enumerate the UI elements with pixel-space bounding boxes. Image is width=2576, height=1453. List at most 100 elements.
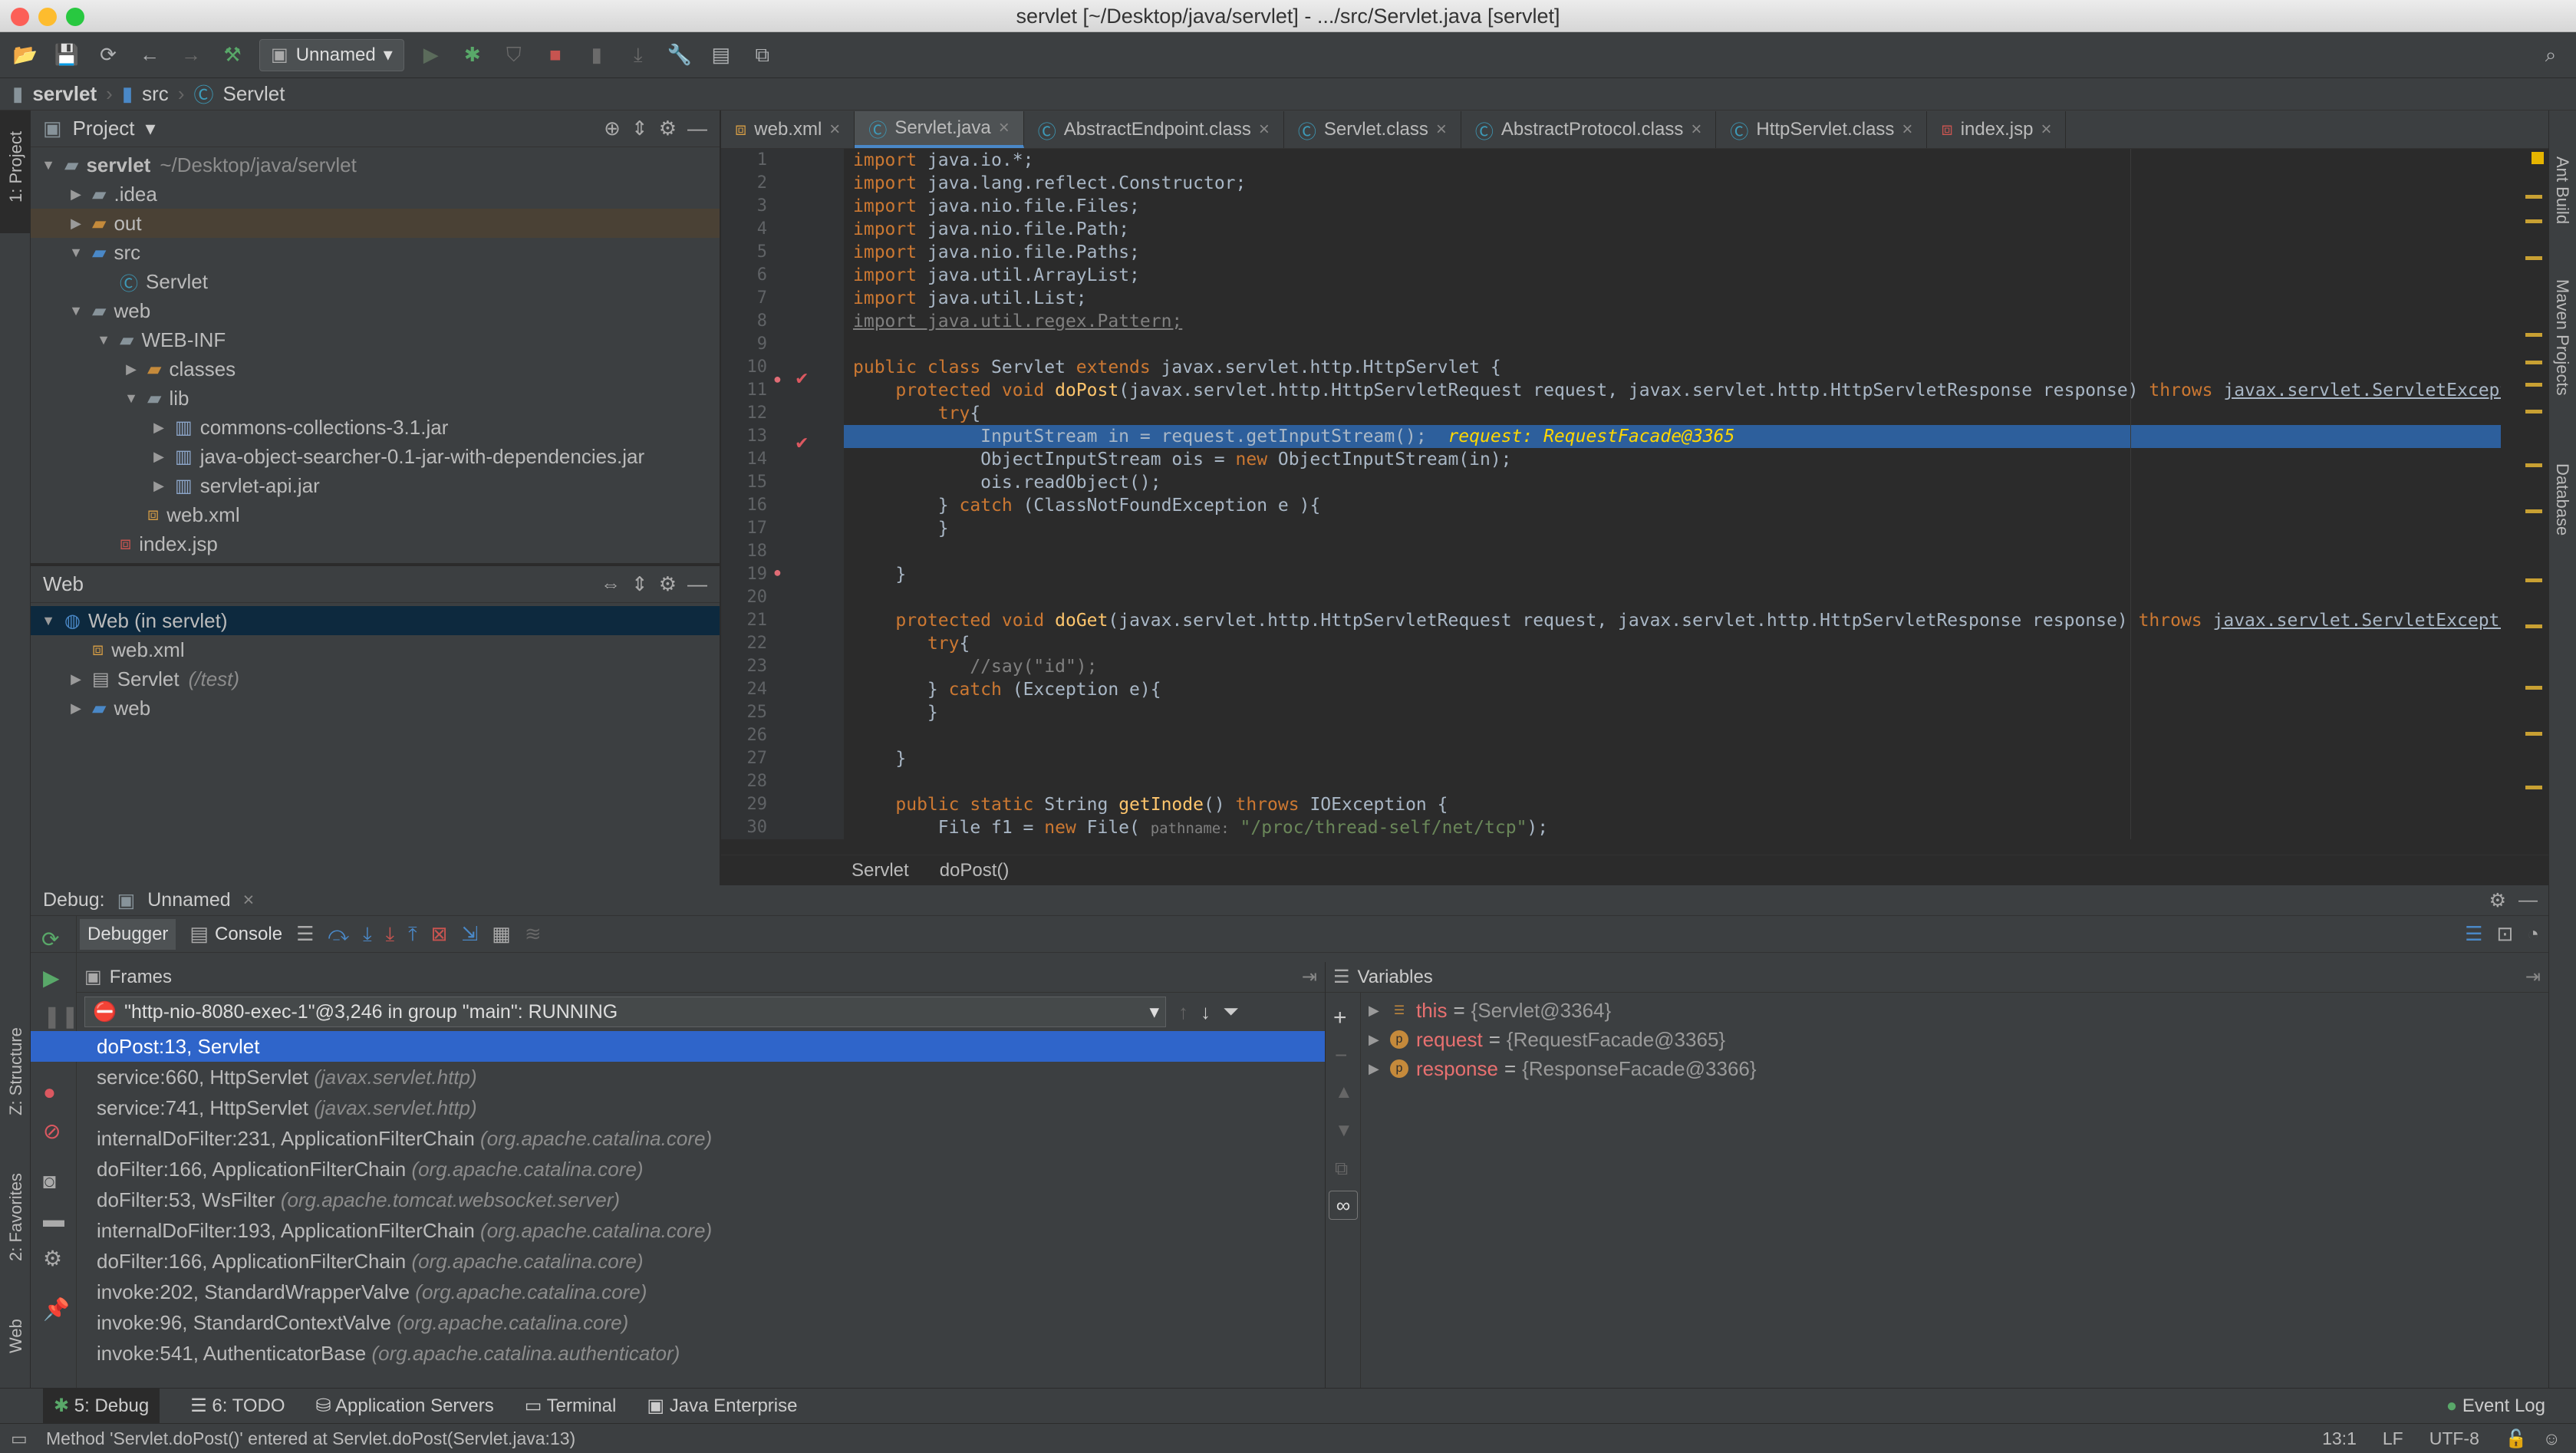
editor-gutter[interactable]: 1 2 3 4 5 6 7 8 9 10 11 12 13 14 15 16 17 18 19 20 21 22 23 24 2… [721, 149, 844, 839]
crumb-class[interactable]: Servlet [852, 860, 909, 881]
open-icon[interactable]: 📂 [11, 41, 40, 70]
layout-icon[interactable]: ☰ [2465, 922, 2482, 946]
breadcrumb-project[interactable]: servlet [32, 82, 97, 106]
close-icon[interactable]: × [999, 117, 1010, 139]
expanded-arrow-icon[interactable]: ▼ [40, 613, 57, 629]
collapsed-arrow-icon[interactable]: ▶ [1369, 1061, 1390, 1077]
console-tab[interactable]: Console [215, 924, 282, 945]
tree-node[interactable]: ▶ ▥ servlet-api.jar [31, 471, 720, 500]
collapsed-arrow-icon[interactable]: ▶ [150, 478, 167, 494]
chevron-down-icon[interactable]: ▾ [146, 117, 156, 140]
stack-frame[interactable]: doFilter:53, WsFilter (org.apache.tomcat… [31, 1184, 1325, 1215]
force-step-into-icon[interactable]: ⤓ [386, 922, 395, 947]
stack-frame[interactable]: doFilter:166, ApplicationFilterChain (or… [31, 1246, 1325, 1277]
expand-icon[interactable]: ⇔ [601, 572, 621, 596]
debug-bug-icon[interactable]: ✱ [458, 41, 487, 70]
sync-icon[interactable]: ⟳ [94, 41, 123, 70]
variable-row[interactable]: ▶ p response = {ResponseFacade@3366} [1369, 1054, 1757, 1083]
breadcrumb-class[interactable]: Servlet [223, 82, 285, 106]
inspector-icon[interactable]: ☺ [2543, 1428, 2561, 1449]
gear-icon[interactable]: ⚙ [659, 117, 677, 140]
tree-node[interactable]: ▼ ◍ Web (in servlet) [31, 606, 720, 635]
line-separator[interactable]: LF [2383, 1428, 2403, 1449]
pause-icon[interactable]: ❚❚ [43, 1003, 79, 1029]
tool-tab-maven[interactable]: Maven Projects [2552, 279, 2572, 396]
tree-node[interactable]: ▶ ▰ out [31, 209, 720, 238]
tree-node[interactable]: ▶ ▰ .idea [31, 180, 720, 209]
editor-tab[interactable]: ⧈ index.jsp × [1927, 111, 2067, 148]
expanded-arrow-icon[interactable]: ▼ [40, 157, 57, 173]
build-icon[interactable]: ⚒ [218, 41, 247, 70]
sdk-icon[interactable]: ⧉ [748, 41, 777, 70]
tree-node[interactable]: ▼ ▰ src [31, 238, 720, 267]
pin-panel-icon[interactable]: ⇥ [2525, 966, 2541, 988]
resume-icon[interactable]: ▶ [43, 965, 60, 990]
tree-node[interactable]: Ⓒ Servlet [31, 267, 720, 296]
gear-icon[interactable]: ⚙ [659, 572, 677, 596]
save-icon[interactable]: 💾 [52, 41, 81, 70]
hide-icon[interactable]: — [2518, 889, 2538, 911]
step-into-icon[interactable]: ⤓ [363, 922, 372, 947]
tree-node[interactable]: ▼ ▰ WEB-INF [31, 325, 720, 354]
minimize-window-button[interactable] [38, 8, 57, 26]
close-icon[interactable]: × [1436, 119, 1447, 140]
tool-tab-ant-build[interactable]: Ant Build [2552, 157, 2572, 224]
breakpoint-icon[interactable]: ✔ [795, 433, 809, 453]
run-config-select[interactable]: ▣ Unnamed ▾ [259, 38, 404, 71]
debug-session-tab[interactable]: Unnamed [147, 889, 230, 911]
tool-tab-favorites[interactable]: 2: Favorites [6, 1173, 26, 1261]
close-icon[interactable]: × [1691, 119, 1701, 140]
expanded-arrow-icon[interactable]: ▼ [68, 303, 84, 319]
tool-tab-terminal[interactable]: ▭ Terminal [525, 1395, 617, 1417]
locate-icon[interactable]: ⊕ [604, 117, 621, 140]
download-icon[interactable]: ⤓ [624, 41, 653, 70]
restore-layout-icon[interactable]: ⊡ [2496, 922, 2513, 946]
tree-node[interactable]: ▶ ▤ Servlet (/test) [31, 664, 720, 694]
duplicate-icon[interactable]: ⧉ [1335, 1158, 1348, 1180]
stack-frame[interactable]: service:741, HttpServlet (javax.servlet.… [31, 1092, 1325, 1123]
zoom-window-button[interactable] [66, 8, 84, 26]
stack-frame[interactable]: doPost:13, Servlet [31, 1031, 1325, 1062]
close-icon[interactable]: × [243, 889, 255, 911]
collapsed-arrow-icon[interactable]: ▶ [1369, 1003, 1390, 1019]
thread-select[interactable]: ⛔ "http-nio-8080-exec-1"@3,246 in group … [84, 997, 1166, 1027]
event-log-button[interactable]: ● Event Log [2446, 1395, 2545, 1417]
hide-icon[interactable]: — [687, 572, 707, 596]
layout-toggle-icon[interactable]: ▭ [11, 1428, 28, 1449]
collapsed-arrow-icon[interactable]: ▶ [150, 449, 167, 465]
memory-icon[interactable]: ◔ [2527, 922, 2539, 946]
editor-tab[interactable]: ⧈ web.xml × [721, 111, 855, 148]
tool-tab-project[interactable]: 1: Project [6, 131, 26, 203]
menu-icon[interactable]: ☰ [296, 922, 314, 946]
infinity-icon[interactable]: ∞ [1329, 1191, 1358, 1220]
close-icon[interactable]: × [2041, 119, 2051, 140]
coverage-icon[interactable]: ⛉ [499, 41, 529, 70]
stack-frame[interactable]: invoke:541, AuthenticatorBase (org.apach… [31, 1338, 1325, 1369]
run-icon[interactable]: ▶ [417, 41, 446, 70]
stop-icon[interactable]: ■ [541, 41, 570, 70]
collapse-icon[interactable]: ⇕ [631, 572, 648, 596]
editor-tab[interactable]: Ⓒ HttpServlet.class × [1716, 111, 1928, 148]
tree-node[interactable]: ⧈ index.jsp [31, 529, 720, 558]
stack-frame[interactable]: internalDoFilter:193, ApplicationFilterC… [31, 1215, 1325, 1246]
tree-node[interactable]: ▼ ▰ servlet ~/Desktop/java/servlet [31, 150, 720, 180]
arrow-down-icon[interactable]: ↓ [1201, 1000, 1211, 1024]
editor-tab[interactable]: Ⓒ AbstractEndpoint.class × [1024, 111, 1284, 148]
tree-node[interactable]: ▶ ▰ web [31, 694, 720, 723]
tool-tab-database[interactable]: Database [2552, 463, 2572, 535]
stack-frame[interactable]: doFilter:166, ApplicationFilterChain (or… [31, 1154, 1325, 1184]
tree-node[interactable]: ⧈ web.xml [31, 500, 720, 529]
collapsed-arrow-icon[interactable]: ▶ [68, 216, 84, 232]
pin-panel-icon[interactable]: ⇥ [1302, 966, 1317, 988]
expanded-arrow-icon[interactable]: ▼ [68, 245, 84, 261]
tool-tab-app-servers[interactable]: ⛁ Application Servers [316, 1395, 494, 1417]
lock-icon[interactable]: 🔓 [2505, 1428, 2528, 1449]
crumb-method[interactable]: doPost() [940, 860, 1010, 881]
tool-tab-todo[interactable]: ☰ 6: TODO [190, 1395, 285, 1417]
editor-tab[interactable]: Ⓒ AbstractProtocol.class × [1461, 111, 1717, 148]
close-icon[interactable]: × [1902, 119, 1912, 140]
step-out-icon[interactable]: ⤒ [408, 922, 417, 947]
settings-wrench-icon[interactable]: 🔧 [665, 41, 694, 70]
move-down-icon[interactable]: ▼ [1335, 1120, 1353, 1142]
variable-row[interactable]: ▶ ☰ this = {Servlet@3364} [1369, 996, 1757, 1025]
